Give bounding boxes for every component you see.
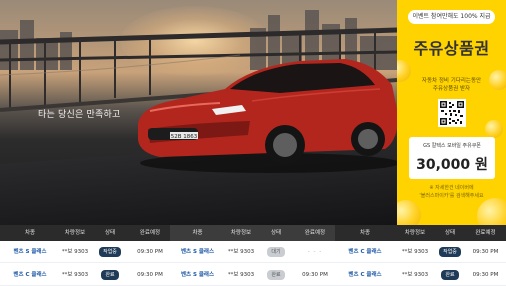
hero-caption: 타는 당신은 만족하고: [38, 110, 121, 120]
car-info: **보 9303: [401, 272, 429, 278]
status-cell: 완료: [257, 264, 295, 286]
license-plate: 52B 1863: [171, 134, 198, 140]
event-pill: 이벤트 참여만해도 100% 지급: [408, 10, 495, 24]
column-header-model: 차종: [24, 230, 36, 236]
eta: 09:30 PM: [137, 272, 163, 278]
table-row: 벤츠 S 클래스 **보 9303 작업중 09:30 PM 벤츠 S 클래스 …: [0, 241, 506, 263]
coin-decoration: [397, 200, 421, 225]
repair-status-table: 차종 차량정보 상태 완료예정 차종 차량정보 상태 완료예정 차종 차량정보 …: [0, 225, 506, 286]
column-header-eta: 완료예정: [295, 225, 335, 241]
car-info: **보 9303: [401, 249, 429, 255]
column-header-info: 차량정보: [225, 225, 257, 241]
car-model: 벤츠 C 클래스: [348, 272, 382, 278]
status-cell: 완료: [90, 264, 130, 286]
coupon-label: GS 칼텍스 모바일 주유쿠폰: [423, 143, 481, 149]
status-cell: 작업중: [435, 241, 465, 263]
coupon-card: GS 칼텍스 모바일 주유쿠폰 30,000 원: [409, 137, 495, 179]
car-model: 벤츠 C 클래스: [13, 272, 47, 278]
column-header-eta: 완료예정: [139, 230, 161, 236]
status-badge: 작업중: [439, 246, 461, 257]
promo-note: '블러스마이카'를 검색해주세요: [419, 193, 484, 199]
column-header-info: 차량정보: [404, 230, 426, 236]
promo-note: ※ 자세한건 네이버에: [429, 185, 474, 191]
car-info: **보 9303: [61, 272, 89, 278]
red-car-image: 52B 1863: [138, 59, 397, 173]
column-header-eta: 완료예정: [475, 230, 496, 236]
hero-banner: 52B 1863 타는 당신은 만족하고: [0, 0, 397, 225]
status-badge: 완료: [267, 269, 285, 280]
status-badge: 대기: [267, 246, 285, 257]
table-row: 벤츠 C 클래스 **보 9303 완료 09:30 PM 벤츠 S 클래스 *…: [0, 264, 506, 286]
status-badge: 작업중: [99, 246, 121, 257]
promo-description: 자동차 정비 기다리는동안: [421, 78, 482, 84]
car-model: 벤츠 C 클래스: [348, 249, 382, 255]
car-model: 벤츠 S 클래스: [180, 272, 215, 278]
eta: 09:30 PM: [472, 272, 499, 278]
status-cell: 작업중: [90, 241, 130, 263]
eta: 09:30 PM: [137, 249, 163, 255]
eta: 09:30 PM: [472, 249, 499, 255]
car-info: **보 9303: [227, 249, 255, 255]
eta: - - -: [307, 249, 323, 255]
eta: 09:30 PM: [302, 272, 328, 278]
status-badge: 완료: [101, 269, 119, 280]
table-header: 차종 차량정보 상태 완료예정 차종 차량정보 상태 완료예정 차종 차량정보 …: [0, 225, 506, 241]
status-cell: 대기: [257, 241, 295, 263]
promo-title: 주유상품권: [413, 39, 490, 58]
car-info: **보 9303: [227, 272, 255, 278]
car-model: 벤츠 S 클래스: [13, 249, 47, 255]
fuel-voucher-promo[interactable]: 이벤트 참여만해도 100% 지급 주유상품권 자동차 정비 기다리는동안 주유…: [397, 0, 506, 225]
status-cell: 완료: [435, 264, 465, 286]
column-header-model: 차종: [170, 225, 225, 241]
coupon-amount: 30,000 원: [416, 157, 488, 173]
car-model: 벤츠 S 클래스: [180, 249, 215, 255]
coin-decoration: [485, 120, 503, 138]
qr-code-icon[interactable]: [438, 99, 466, 127]
status-badge: 완료: [441, 269, 459, 280]
promo-description: 주유상품권 받자: [432, 86, 471, 92]
coin-decoration: [477, 198, 506, 225]
column-header-info: 차량정보: [64, 230, 86, 236]
car-info: **보 9303: [61, 249, 89, 255]
column-header-status: 상태: [104, 230, 116, 236]
column-header-model: 차종: [359, 230, 371, 236]
column-header-status: 상태: [444, 230, 456, 236]
column-header-status: 상태: [257, 225, 295, 241]
